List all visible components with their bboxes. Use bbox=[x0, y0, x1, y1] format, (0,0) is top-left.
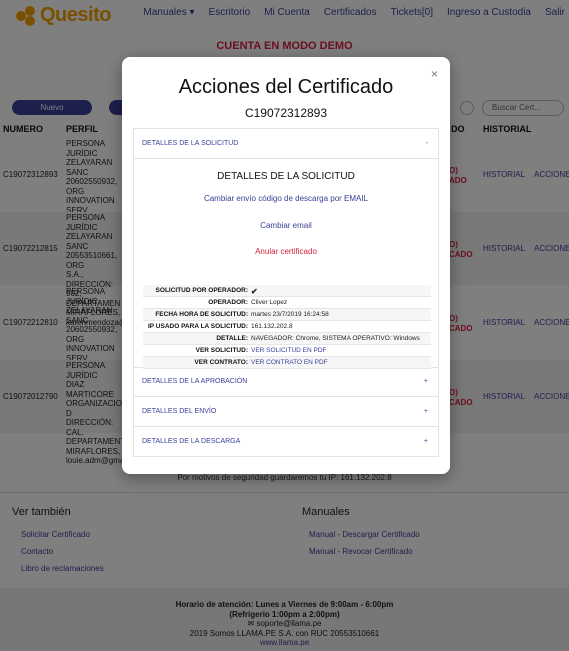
detail-label: IP USADO PARA LA SOLICITUD: bbox=[147, 323, 248, 330]
details-heading: DETALLES DE LA SOLICITUD bbox=[217, 171, 355, 182]
expand-icon: + bbox=[423, 408, 428, 415]
accordion-label: DETALLES DEL ENVÍO bbox=[142, 408, 217, 415]
detail-label: DETALLE: bbox=[216, 335, 248, 342]
certificate-id: C19072312893 bbox=[244, 106, 328, 120]
accordion-header-aprobacion[interactable]: DETALLES DE LA APROBACIÓN + bbox=[134, 367, 438, 396]
detail-row: OPERADOR: Cliver Lopez bbox=[143, 297, 431, 309]
accordion-body-solicitud: DETALLES DE LA SOLICITUD Cambiar envío c… bbox=[134, 158, 438, 369]
accordion-envio: DETALLES DEL ENVÍO + bbox=[133, 397, 439, 427]
pdf-link[interactable]: VER SOLICITUD EN PDF bbox=[251, 347, 326, 354]
detail-label: VER SOLICITUD: bbox=[195, 347, 248, 354]
detail-row: SOLICITUD POR OPERADOR: ✔ bbox=[143, 285, 431, 297]
detail-label: SOLICITUD POR OPERADOR: bbox=[155, 287, 248, 294]
accordion-label: DETALLES DE LA DESCARGA bbox=[142, 438, 241, 445]
accordion-header-descarga[interactable]: DETALLES DE LA DESCARGA + bbox=[134, 427, 438, 456]
detail-label: FECHA HORA DE SOLICITUD: bbox=[155, 311, 248, 318]
accordion-aprobacion: DETALLES DE LA APROBACIÓN + bbox=[133, 367, 439, 397]
change-email-link[interactable]: Cambiar email bbox=[134, 221, 438, 230]
accordion-descarga: DETALLES DE LA DESCARGA + bbox=[133, 427, 439, 457]
detail-value: 161.132.202.8 bbox=[251, 323, 293, 330]
detail-row: DETALLE: NAVEGADOR: Chrome, SISTEMA OPERA… bbox=[143, 333, 431, 345]
detail-row: FECHA HORA DE SOLICITUD: martes 23/7/2019… bbox=[143, 309, 431, 321]
check-icon: ✔ bbox=[251, 287, 258, 296]
detail-value: Cliver Lopez bbox=[251, 299, 288, 306]
accordion-header-envio[interactable]: DETALLES DEL ENVÍO + bbox=[134, 397, 438, 426]
pdf-link[interactable]: VER CONTRATO EN PDF bbox=[251, 359, 328, 366]
details-table: SOLICITUD POR OPERADOR: ✔ OPERADOR: Cliver … bbox=[143, 285, 431, 369]
modal-title: Acciones del Certificado bbox=[178, 76, 394, 98]
accordion-label: DETALLES DE LA SOLICITUD bbox=[142, 140, 239, 147]
certificate-actions-modal: × Acciones del Certificado C19072312893 … bbox=[122, 57, 450, 474]
detail-row: IP USADO PARA LA SOLICITUD: 161.132.202.8 bbox=[143, 321, 431, 333]
change-delivery-link[interactable]: Cambiar envío código de descarga por EMA… bbox=[134, 194, 438, 203]
detail-value: martes 23/7/2019 16:24:58 bbox=[251, 311, 329, 318]
accordion-header-solicitud[interactable]: DETALLES DE LA SOLICITUD - bbox=[134, 129, 438, 158]
detail-label: VER CONTRATO: bbox=[194, 359, 248, 366]
collapse-icon: - bbox=[425, 140, 428, 147]
detail-value: NAVEGADOR: Chrome, SISTEMA OPERATIVO: Wi… bbox=[251, 335, 420, 342]
accordion-solicitud: DETALLES DE LA SOLICITUD - DETALLES DE L… bbox=[133, 128, 439, 369]
expand-icon: + bbox=[423, 438, 428, 445]
accordion-label: DETALLES DE LA APROBACIÓN bbox=[142, 378, 248, 385]
expand-icon: + bbox=[423, 378, 428, 385]
cancel-certificate-link[interactable]: Anular certificado bbox=[134, 247, 438, 256]
detail-row: VER SOLICITUD: VER SOLICITUD EN PDF bbox=[143, 345, 431, 357]
detail-label: OPERADOR: bbox=[208, 299, 248, 306]
